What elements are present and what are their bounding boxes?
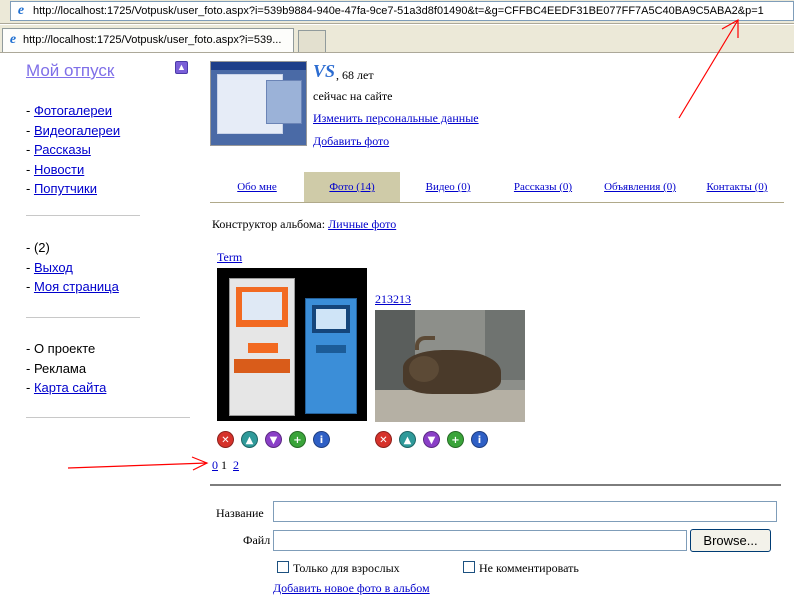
photo-title-link[interactable]: Term	[217, 250, 242, 265]
sidebar-item-sitemap[interactable]: Карта сайта	[34, 380, 106, 395]
move-up-icon[interactable]: ▲	[399, 431, 416, 448]
sidebar-divider	[26, 317, 140, 318]
info-icon[interactable]: i	[313, 431, 330, 448]
browser-tab-title: http://localhost:1725/Votpusk/user_foto.…	[23, 34, 282, 46]
sidebar-item-about: - О проекте	[26, 341, 96, 356]
sidebar-divider	[26, 215, 140, 216]
tab-video[interactable]: Видео (0)	[400, 172, 496, 202]
file-label: Файл	[243, 533, 271, 547]
move-up-icon[interactable]: ▲	[241, 431, 258, 448]
sidebar-nav-account: - (2) - Выход - Моя страница	[26, 240, 119, 294]
tab-ads[interactable]: Объявления (0)	[590, 172, 690, 202]
sidebar-item-video-galleries[interactable]: Видеогалереи	[34, 123, 120, 138]
browser-tab-active[interactable]: e http://localhost:1725/Votpusk/user_fot…	[2, 28, 294, 52]
photo-actions: ✕ ▲ ▼ + i	[217, 431, 337, 449]
no-comments-label: Не комментировать	[479, 561, 579, 575]
annotation-arrow-pager	[67, 462, 208, 469]
ie-logo-icon: e	[17, 3, 25, 18]
add-icon[interactable]: +	[447, 431, 464, 448]
pagination: 0 1 2	[212, 458, 239, 473]
sidebar-nav-info: - О проекте - Реклама - Карта сайта	[26, 341, 107, 395]
move-down-icon[interactable]: ▼	[265, 431, 282, 448]
name-label: Название	[216, 506, 264, 520]
photo-thumbnail-bull[interactable]	[375, 310, 525, 422]
browser-tab-bar: e http://localhost:1725/Votpusk/user_fot…	[0, 25, 794, 53]
address-bar: e http://localhost:1725/Votpusk/user_fot…	[0, 0, 794, 24]
photo-title-link[interactable]: 213213	[375, 292, 411, 307]
address-url: http://localhost:1725/Votpusk/user_foto.…	[33, 5, 764, 17]
vs-logo-icon: VS	[313, 61, 336, 81]
tab-about[interactable]: Обо мне	[210, 172, 304, 202]
sidebar-item-my-page[interactable]: Моя страница	[34, 279, 119, 294]
sidebar-item-news[interactable]: Новости	[34, 162, 84, 177]
profile-tabs: Обо мне Фото (14) Видео (0) Рассказы (0)…	[210, 172, 784, 203]
tab-photos[interactable]: Фото (14)	[304, 172, 400, 202]
sidebar-item-photo-galleries[interactable]: Фотогалереи	[34, 103, 112, 118]
page-current: 1	[221, 458, 227, 472]
adults-only-checkbox[interactable]	[277, 561, 289, 573]
delete-icon[interactable]: ✕	[217, 431, 234, 448]
info-icon[interactable]: i	[471, 431, 488, 448]
sidebar-nav-main: - Фотогалереи - Видеогалереи - Рассказы …	[26, 103, 121, 196]
address-input[interactable]: e http://localhost:1725/Votpusk/user_fot…	[10, 1, 794, 21]
no-comments-checkbox[interactable]	[463, 561, 475, 573]
profile-avatar	[210, 61, 307, 146]
tab-stories[interactable]: Рассказы (0)	[496, 172, 590, 202]
site-title-link[interactable]: Мой отпуск	[26, 61, 114, 81]
photo-name-input[interactable]	[273, 501, 777, 522]
add-new-photo-link[interactable]: Добавить новое фото в альбом	[273, 581, 430, 596]
move-down-icon[interactable]: ▼	[423, 431, 440, 448]
sidebar-divider	[26, 417, 190, 418]
sidebar-item-logout[interactable]: Выход	[34, 260, 73, 275]
page-link-2[interactable]: 2	[233, 458, 239, 472]
album-link[interactable]: Личные фото	[328, 217, 396, 231]
tab-contacts[interactable]: Контакты (0)	[690, 172, 784, 202]
up-arrow-icon[interactable]: ▲	[175, 61, 188, 74]
ie-logo-icon: e	[9, 32, 17, 47]
profile-age: , 68 лет	[336, 68, 374, 82]
profile-online-status: сейчас на сайте	[313, 89, 393, 103]
photo-thumbnail-term[interactable]	[217, 268, 367, 421]
sidebar-message-count: - (2)	[26, 240, 50, 255]
edit-profile-link[interactable]: Изменить персональные данные	[313, 111, 479, 126]
add-photo-link[interactable]: Добавить фото	[313, 134, 389, 149]
page-link-0[interactable]: 0	[212, 458, 218, 472]
sidebar-item-ads: - Реклама	[26, 360, 87, 376]
section-divider	[210, 484, 781, 486]
file-path-input[interactable]	[273, 530, 687, 551]
delete-icon[interactable]: ✕	[375, 431, 392, 448]
adults-only-label: Только для взрослых	[293, 561, 400, 575]
album-constructor: Конструктор альбома: Личные фото	[212, 217, 396, 232]
sidebar-item-stories[interactable]: Рассказы	[34, 142, 91, 157]
annotation-arrowhead-pager	[191, 456, 209, 471]
photo-actions: ✕ ▲ ▼ + i	[375, 431, 495, 449]
add-icon[interactable]: +	[289, 431, 306, 448]
sidebar-item-travel-companions[interactable]: Попутчики	[34, 181, 97, 196]
album-constructor-label: Конструктор альбома:	[212, 217, 326, 231]
new-tab-button[interactable]	[298, 30, 326, 52]
browse-button[interactable]: Browse...	[690, 529, 771, 552]
